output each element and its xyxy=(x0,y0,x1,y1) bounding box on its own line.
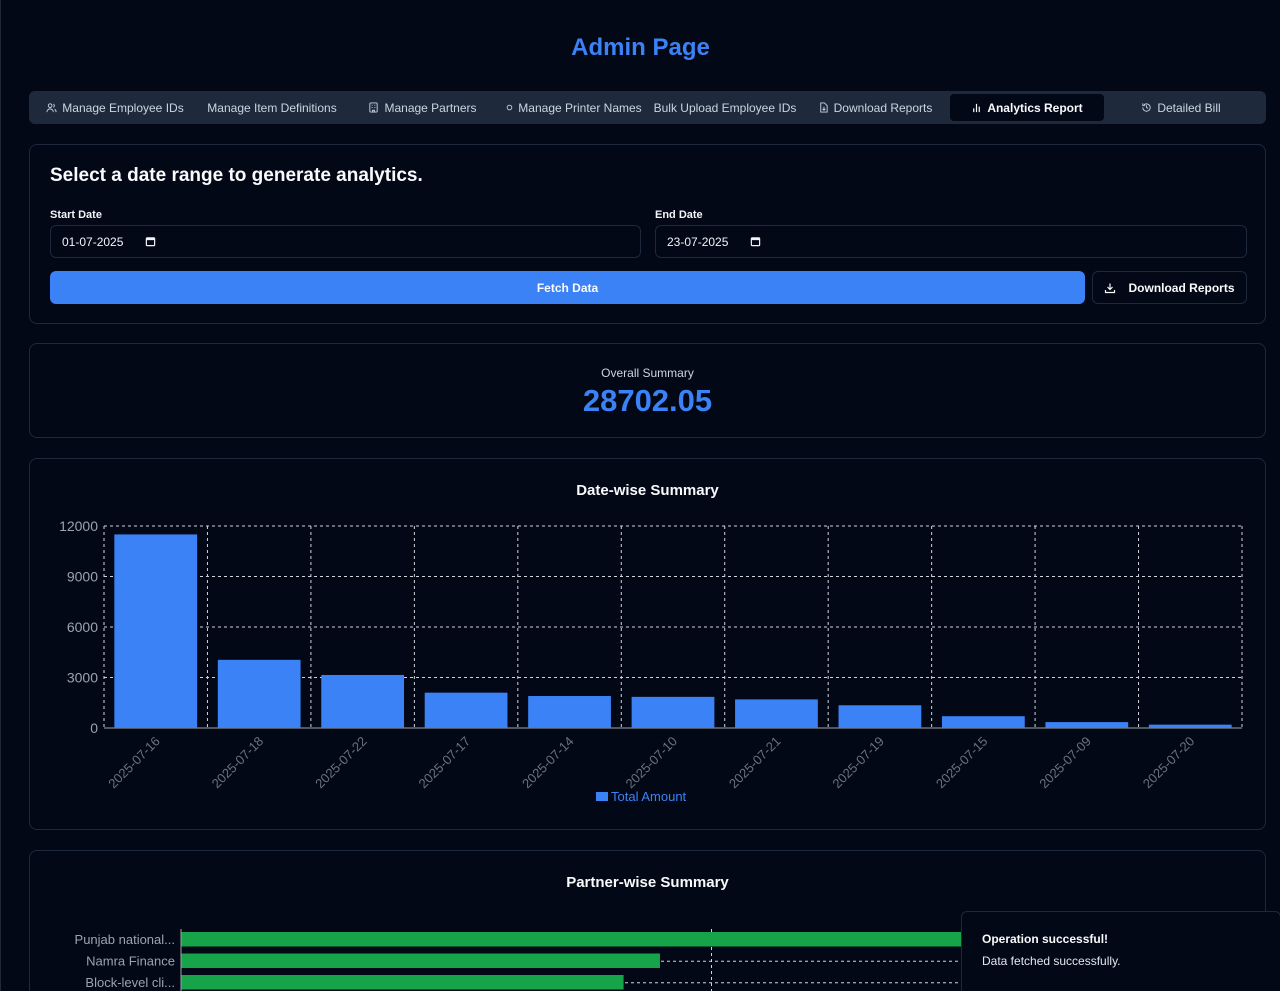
x-tick-label: 2025-07-22 xyxy=(312,734,370,792)
start-date-value: 01-07-2025 xyxy=(62,234,124,249)
bar-chart-icon xyxy=(973,103,981,113)
x-tick-label: 2025-07-21 xyxy=(726,734,784,792)
tab-manage-partners[interactable]: Manage Partners xyxy=(347,94,498,121)
tab-label: Detailed Bill xyxy=(1157,100,1221,115)
x-tick-label: 2025-07-20 xyxy=(1140,734,1198,792)
bar xyxy=(424,692,508,728)
date-range-heading: Select a date range to generate analytic… xyxy=(50,165,423,186)
tab-download-reports[interactable]: Download Reports xyxy=(800,94,950,121)
bar xyxy=(1045,722,1129,728)
tab-detailed-bill[interactable]: Detailed Bill xyxy=(1104,94,1258,121)
bar xyxy=(941,716,1025,728)
bar xyxy=(838,705,922,728)
dot-icon xyxy=(507,104,513,111)
tab-label: Download Reports xyxy=(833,100,933,115)
tab-label: Bulk Upload Employee IDs xyxy=(653,100,797,115)
y-tick-label: Namra Finance xyxy=(86,953,175,968)
bar xyxy=(114,534,198,728)
y-tick-label: 3000 xyxy=(67,670,98,686)
overall-summary-value: 28702.05 xyxy=(582,383,713,418)
y-tick-label: 0 xyxy=(90,720,98,736)
legend-label: Total Amount xyxy=(611,789,687,804)
tab-label: Manage Item Definitions xyxy=(207,100,337,115)
tab-manage-printer-names[interactable]: Manage Printer Names xyxy=(498,94,650,121)
start-date-input[interactable]: 01-07-2025 xyxy=(50,225,641,258)
date-wise-summary-card: Date-wise Summary 0 3000 6000 9000 12000 2025… xyxy=(29,458,1266,830)
bar xyxy=(321,674,405,728)
x-tick-label: 2025-07-16 xyxy=(105,734,163,792)
tab-analytics-report[interactable]: Analytics Report xyxy=(950,94,1104,121)
y-tick-label: 6000 xyxy=(67,619,98,635)
success-toast[interactable]: Operation successful! Data fetched succe… xyxy=(961,911,1280,991)
calendar-icon[interactable] xyxy=(750,236,761,247)
download-reports-button[interactable]: Download Reports xyxy=(1092,271,1247,304)
bar xyxy=(528,696,611,728)
x-tick-label: 2025-07-15 xyxy=(933,734,991,792)
bar xyxy=(1148,724,1232,728)
fetch-data-button[interactable]: Fetch Data xyxy=(50,271,1085,304)
end-date-label: End Date xyxy=(655,209,703,221)
page-title: Admin Page xyxy=(571,34,710,61)
bar xyxy=(735,699,818,728)
x-tick-label: 2025-07-10 xyxy=(622,734,680,792)
tab-manage-item-definitions[interactable]: Manage Item Definitions xyxy=(197,94,347,121)
end-date-input[interactable]: 23-07-2025 xyxy=(655,225,1247,258)
overall-summary-label: Overall Summary xyxy=(601,366,694,380)
calendar-icon[interactable] xyxy=(145,236,156,247)
y-tick-label: 12000 xyxy=(59,518,98,534)
x-tick-label: 2025-07-14 xyxy=(519,734,577,792)
end-date-value: 23-07-2025 xyxy=(667,234,729,249)
tab-manage-employee-ids[interactable]: Manage Employee IDs xyxy=(33,94,197,121)
tab-label: Manage Partners xyxy=(384,100,477,115)
y-tick-label: 9000 xyxy=(67,569,98,585)
tab-bar: Manage Employee IDs Manage Item Definiti… xyxy=(29,91,1266,124)
bar xyxy=(181,975,624,990)
toast-title: Operation successful! xyxy=(982,932,1109,946)
date-range-card: Select a date range to generate analytic… xyxy=(29,144,1266,324)
file-download-icon xyxy=(819,102,828,113)
bar xyxy=(631,696,715,728)
toast-message: Data fetched successfully. xyxy=(982,954,1121,968)
legend-swatch xyxy=(596,792,608,801)
building-icon xyxy=(369,102,379,113)
download-reports-label: Download Reports xyxy=(1128,280,1235,295)
users-icon xyxy=(46,103,57,113)
bar xyxy=(217,659,301,728)
x-tick-label: 2025-07-09 xyxy=(1036,734,1094,792)
bar xyxy=(181,953,660,968)
x-tick-label: 2025-07-17 xyxy=(416,734,474,792)
overall-summary-card: Overall Summary 28702.05 xyxy=(29,343,1266,438)
x-tick-label: 2025-07-19 xyxy=(829,734,887,792)
date-wise-bar-chart: 0 3000 6000 9000 12000 2025-07-16 2025-07-18 20… xyxy=(59,518,1243,804)
start-date-label: Start Date xyxy=(50,209,102,221)
tab-label: Manage Employee IDs xyxy=(62,100,184,115)
x-tick-label: 2025-07-18 xyxy=(209,734,267,792)
download-icon xyxy=(1105,283,1116,293)
tab-bulk-upload-employee-ids[interactable]: Bulk Upload Employee IDs xyxy=(650,94,800,121)
tab-label: Analytics Report xyxy=(987,100,1083,115)
y-tick-label: Block-level cli... xyxy=(85,975,175,990)
history-icon xyxy=(1142,103,1151,112)
tab-label: Manage Printer Names xyxy=(518,100,642,115)
y-tick-label: Punjab national... xyxy=(75,932,175,947)
